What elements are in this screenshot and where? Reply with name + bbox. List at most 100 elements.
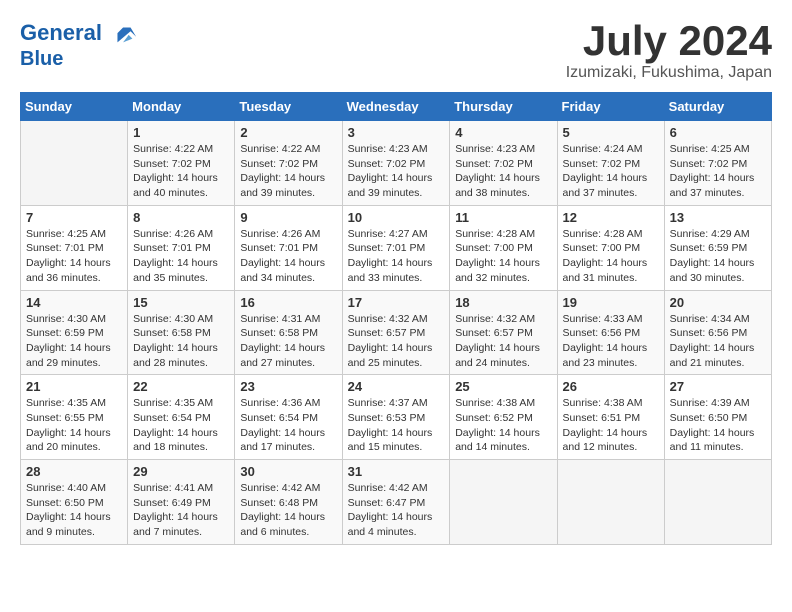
calendar-cell: 3 Sunrise: 4:23 AMSunset: 7:02 PMDaylight… [342, 121, 450, 206]
cell-content: Sunrise: 4:40 AMSunset: 6:50 PMDaylight:… [26, 481, 122, 540]
day-number: 4 [455, 125, 551, 140]
cell-content: Sunrise: 4:36 AMSunset: 6:54 PMDaylight:… [240, 396, 336, 455]
cell-content: Sunrise: 4:37 AMSunset: 6:53 PMDaylight:… [348, 396, 445, 455]
calendar-cell: 27 Sunrise: 4:39 AMSunset: 6:50 PMDayligh… [664, 375, 771, 460]
weekday-header-saturday: Saturday [664, 93, 771, 121]
calendar-cell: 18 Sunrise: 4:32 AMSunset: 6:57 PMDayligh… [450, 290, 557, 375]
cell-content: Sunrise: 4:26 AMSunset: 7:01 PMDaylight:… [240, 227, 336, 286]
calendar-cell: 16 Sunrise: 4:31 AMSunset: 6:58 PMDayligh… [235, 290, 342, 375]
day-number: 7 [26, 210, 122, 225]
day-number: 1 [133, 125, 229, 140]
cell-content: Sunrise: 4:25 AMSunset: 7:01 PMDaylight:… [26, 227, 122, 286]
logo-text: General [20, 20, 138, 48]
calendar-cell: 17 Sunrise: 4:32 AMSunset: 6:57 PMDayligh… [342, 290, 450, 375]
day-number: 5 [563, 125, 659, 140]
day-number: 20 [670, 295, 766, 310]
weekday-header-row: SundayMondayTuesdayWednesdayThursdayFrid… [21, 93, 772, 121]
day-number: 24 [348, 379, 445, 394]
calendar-cell: 9 Sunrise: 4:26 AMSunset: 7:01 PMDaylight… [235, 205, 342, 290]
calendar-cell: 1Sunrise: 4:22 AMSunset: 7:02 PMDaylight… [128, 121, 235, 206]
cell-content: Sunrise: 4:26 AMSunset: 7:01 PMDaylight:… [133, 227, 229, 286]
cell-content: Sunrise: 4:23 AMSunset: 7:02 PMDaylight:… [348, 142, 445, 201]
cell-content: Sunrise: 4:31 AMSunset: 6:58 PMDaylight:… [240, 312, 336, 371]
calendar-cell: 19 Sunrise: 4:33 AMSunset: 6:56 PMDayligh… [557, 290, 664, 375]
cell-content: Sunrise: 4:27 AMSunset: 7:01 PMDaylight:… [348, 227, 445, 286]
day-number: 16 [240, 295, 336, 310]
day-number: 15 [133, 295, 229, 310]
day-number: 23 [240, 379, 336, 394]
cell-content: Sunrise: 4:32 AMSunset: 6:57 PMDaylight:… [455, 312, 551, 371]
calendar-cell [450, 460, 557, 545]
day-number: 29 [133, 464, 229, 479]
day-number: 14 [26, 295, 122, 310]
week-row-3: 14 Sunrise: 4:30 AMSunset: 6:59 PMDayligh… [21, 290, 772, 375]
day-number: 11 [455, 210, 551, 225]
day-number: 9 [240, 210, 336, 225]
calendar-cell: 25 Sunrise: 4:38 AMSunset: 6:52 PMDayligh… [450, 375, 557, 460]
cell-content: Sunrise: 4:32 AMSunset: 6:57 PMDaylight:… [348, 312, 445, 371]
day-number: 27 [670, 379, 766, 394]
day-number: 19 [563, 295, 659, 310]
week-row-4: 21Sunrise: 4:35 AMSunset: 6:55 PMDayligh… [21, 375, 772, 460]
weekday-header-friday: Friday [557, 93, 664, 121]
calendar-cell: 30 Sunrise: 4:42 AMSunset: 6:48 PMDayligh… [235, 460, 342, 545]
day-number: 25 [455, 379, 551, 394]
calendar-cell: 7 Sunrise: 4:25 AMSunset: 7:01 PMDaylight… [21, 205, 128, 290]
calendar-cell: 23 Sunrise: 4:36 AMSunset: 6:54 PMDayligh… [235, 375, 342, 460]
day-number: 30 [240, 464, 336, 479]
calendar-cell: 24 Sunrise: 4:37 AMSunset: 6:53 PMDayligh… [342, 375, 450, 460]
day-number: 10 [348, 210, 445, 225]
calendar-cell: 8 Sunrise: 4:26 AMSunset: 7:01 PMDaylight… [128, 205, 235, 290]
calendar-cell: 12 Sunrise: 4:28 AMSunset: 7:00 PMDayligh… [557, 205, 664, 290]
calendar-cell: 4 Sunrise: 4:23 AMSunset: 7:02 PMDaylight… [450, 121, 557, 206]
calendar-cell: 28 Sunrise: 4:40 AMSunset: 6:50 PMDayligh… [21, 460, 128, 545]
cell-content: Sunrise: 4:42 AMSunset: 6:47 PMDaylight:… [348, 481, 445, 540]
cell-content: Sunrise: 4:35 AMSunset: 6:55 PMDaylight:… [26, 396, 122, 455]
day-number: 28 [26, 464, 122, 479]
calendar-cell: 10 Sunrise: 4:27 AMSunset: 7:01 PMDayligh… [342, 205, 450, 290]
cell-content: Sunrise: 4:33 AMSunset: 6:56 PMDaylight:… [563, 312, 659, 371]
week-row-5: 28 Sunrise: 4:40 AMSunset: 6:50 PMDayligh… [21, 460, 772, 545]
day-number: 3 [348, 125, 445, 140]
weekday-header-monday: Monday [128, 93, 235, 121]
day-number: 22 [133, 379, 229, 394]
calendar-cell: 31 Sunrise: 4:42 AMSunset: 6:47 PMDayligh… [342, 460, 450, 545]
calendar-cell: 2Sunrise: 4:22 AMSunset: 7:02 PMDaylight… [235, 121, 342, 206]
cell-content: Sunrise: 4:34 AMSunset: 6:56 PMDaylight:… [670, 312, 766, 371]
logo-text-blue: Blue [20, 48, 138, 70]
day-number: 12 [563, 210, 659, 225]
cell-content: Sunrise: 4:23 AMSunset: 7:02 PMDaylight:… [455, 142, 551, 201]
page-header: General Blue July 2024 Izumizaki, Fukush… [20, 20, 772, 82]
calendar-cell: 20 Sunrise: 4:34 AMSunset: 6:56 PMDayligh… [664, 290, 771, 375]
calendar-cell [21, 121, 128, 206]
title-area: July 2024 Izumizaki, Fukushima, Japan [566, 20, 772, 82]
calendar-cell: 21Sunrise: 4:35 AMSunset: 6:55 PMDayligh… [21, 375, 128, 460]
calendar-cell: 6Sunrise: 4:25 AMSunset: 7:02 PMDaylight… [664, 121, 771, 206]
cell-content: Sunrise: 4:38 AMSunset: 6:51 PMDaylight:… [563, 396, 659, 455]
calendar-cell: 15Sunrise: 4:30 AMSunset: 6:58 PMDayligh… [128, 290, 235, 375]
week-row-2: 7 Sunrise: 4:25 AMSunset: 7:01 PMDaylight… [21, 205, 772, 290]
calendar-cell: 5Sunrise: 4:24 AMSunset: 7:02 PMDaylight… [557, 121, 664, 206]
cell-content: Sunrise: 4:22 AMSunset: 7:02 PMDaylight:… [240, 142, 336, 201]
weekday-header-tuesday: Tuesday [235, 93, 342, 121]
calendar-table: SundayMondayTuesdayWednesdayThursdayFrid… [20, 92, 772, 545]
cell-content: Sunrise: 4:29 AMSunset: 6:59 PMDaylight:… [670, 227, 766, 286]
cell-content: Sunrise: 4:41 AMSunset: 6:49 PMDaylight:… [133, 481, 229, 540]
day-number: 13 [670, 210, 766, 225]
cell-content: Sunrise: 4:25 AMSunset: 7:02 PMDaylight:… [670, 142, 766, 201]
calendar-cell: 14 Sunrise: 4:30 AMSunset: 6:59 PMDayligh… [21, 290, 128, 375]
calendar-cell: 29 Sunrise: 4:41 AMSunset: 6:49 PMDayligh… [128, 460, 235, 545]
calendar-cell [557, 460, 664, 545]
day-number: 17 [348, 295, 445, 310]
day-number: 8 [133, 210, 229, 225]
week-row-1: 1 Sunrise: 4:22 AMSunset: 7:02 PMDaylight… [21, 121, 772, 206]
day-number: 31 [348, 464, 445, 479]
cell-content: Sunrise: 4:28 AMSunset: 7:00 PMDaylight:… [563, 227, 659, 286]
cell-content: Sunrise: 4:30 AMSunset: 6:59 PMDaylight:… [26, 312, 122, 371]
weekday-header-sunday: Sunday [21, 93, 128, 121]
cell-content: Sunrise: 4:39 AMSunset: 6:50 PMDaylight:… [670, 396, 766, 455]
calendar-cell: 26Sunrise: 4:38 AMSunset: 6:51 PMDayligh… [557, 375, 664, 460]
cell-content: Sunrise: 4:38 AMSunset: 6:52 PMDaylight:… [455, 396, 551, 455]
day-number: 18 [455, 295, 551, 310]
cell-content: Sunrise: 4:42 AMSunset: 6:48 PMDaylight:… [240, 481, 336, 540]
